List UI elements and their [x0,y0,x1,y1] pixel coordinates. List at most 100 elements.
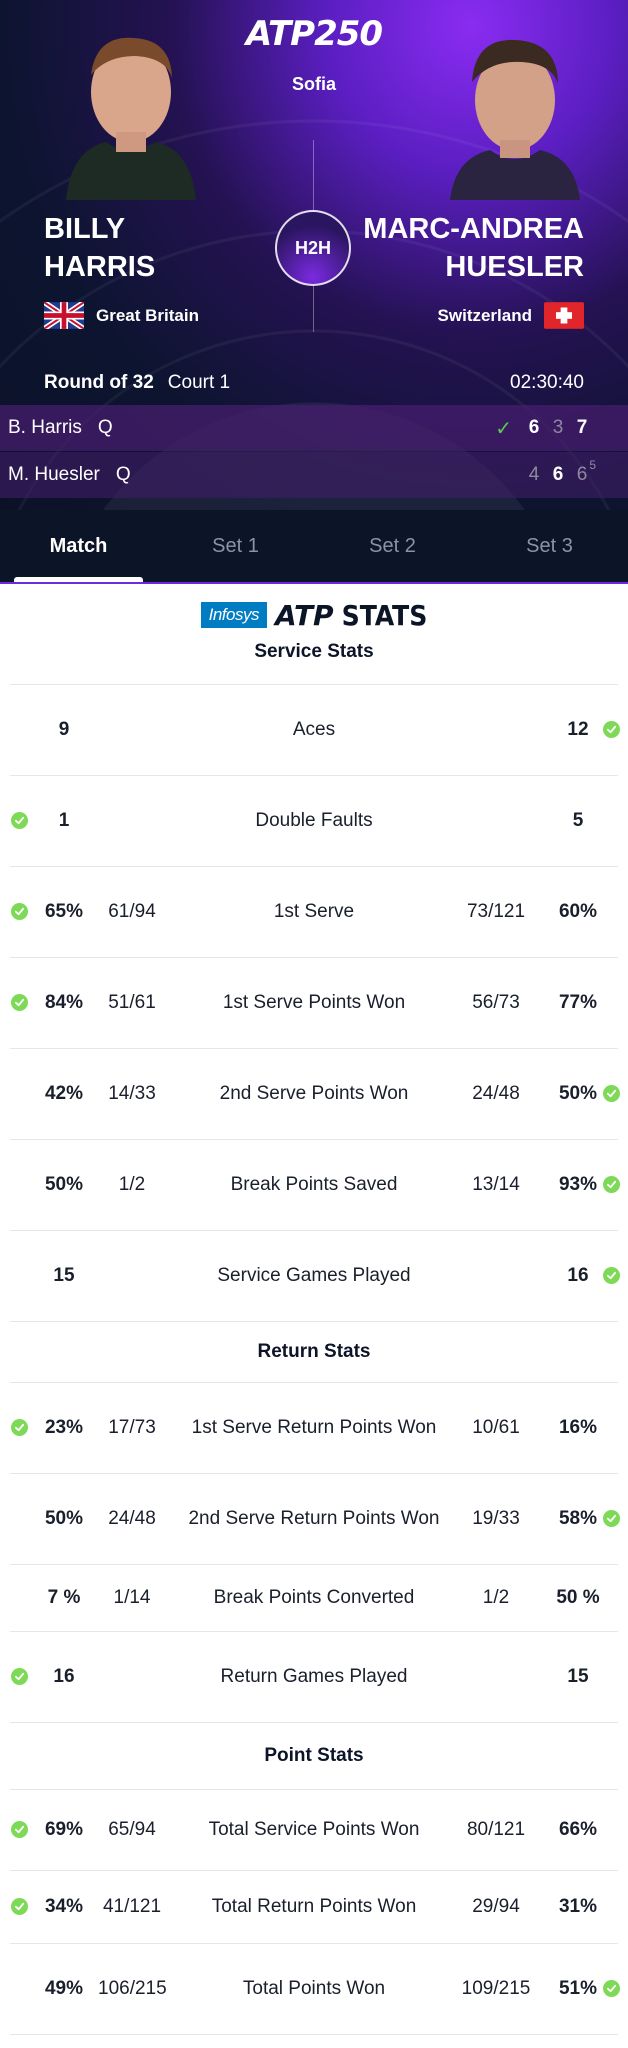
stat-row: 50% 24/48 2nd Serve Return Points Won 19/33… [0,1474,628,1564]
stat-row: 9 Aces 12 [0,685,628,775]
stat-row: 42% 14/33 2nd Serve Points Won 24/48 50% [0,1049,628,1139]
stat-right-fraction: 109/215 [461,1978,531,1999]
score-player2-name: M. Huesler [8,464,100,485]
winner-check-icon [11,903,28,920]
stat-left-percent: 15 [53,1265,75,1286]
stat-right-percent: 77% [558,992,598,1013]
right-winner-marker [603,1508,620,1530]
player-left-photo [66,37,196,200]
set-score-with-tiebreak: 65 [570,458,596,486]
stat-row: 49% 106/215 Total Points Won 109/215 51% [0,1944,628,2034]
left-winner-marker [11,810,28,832]
stat-left-fraction: 1/14 [113,1587,151,1608]
winner-check-icon [603,1980,620,1997]
stat-left-percent: 42% [44,1083,84,1104]
winner-check-icon [603,1510,620,1527]
stat-left-fraction: 106/215 [98,1978,167,1999]
stat-row: 65% 61/94 1st Serve 73/121 60% [0,867,628,957]
stat-right-fraction: 29/94 [472,1896,520,1917]
player-right-country: Switzerland [438,302,584,329]
stat-label: Return Games Played [220,1666,408,1687]
right-winner-marker [603,1978,620,2000]
player-right-first-name: MARC-ANDREA [363,213,584,245]
stat-label: 2nd Serve Return Points Won [188,1508,440,1529]
stat-left-fraction: 14/33 [108,1083,156,1104]
set-score: 6 [552,464,564,485]
stats-tabs: Match Set 1 Set 2 Set 3 [0,510,628,584]
tab-match[interactable]: Match [0,510,157,582]
winner-check-icon [11,1419,28,1436]
set-score: 3 [552,417,564,438]
stat-right-fraction: 13/14 [472,1174,520,1195]
stat-label: 1st Serve Points Won [222,992,406,1013]
divider [10,2034,618,2035]
score-player1-seed: Q [97,417,113,438]
left-winner-marker [11,901,28,923]
tab-set-2[interactable]: Set 2 [314,510,471,582]
stat-label: Total Service Points Won [208,1819,420,1840]
set-score: 6 [576,464,588,485]
left-winner-marker [11,1666,28,1688]
stat-left-percent: 23% [44,1417,84,1438]
stat-label: Double Faults [255,810,373,831]
score-player1-sets: ✓ 6 3 7 [495,416,620,441]
stat-left-fraction: 1/2 [118,1174,146,1195]
stat-right-percent: 50 % [556,1587,600,1608]
stat-left-percent: 7 % [47,1587,81,1608]
stats-wordmark: STATS [341,598,428,632]
tab-set-3[interactable]: Set 3 [471,510,628,582]
stat-right-fraction: 1/2 [482,1587,510,1608]
stat-left-percent: 16 [53,1666,75,1687]
stat-left-fraction: 51/61 [108,992,156,1013]
scoreboard-row-player2: M. Huesler Q 4 6 65 [0,452,628,498]
winner-check-icon [11,812,28,829]
player-right-country-name: Switzerland [437,305,532,325]
h2h-button[interactable]: H2H [275,210,351,286]
stat-row: 7 % 1/14 Break Points Converted 1/2 50 % [0,1565,628,1631]
stat-label: Break Points Saved [230,1174,398,1195]
winner-check-icon [11,1668,28,1685]
stat-label: Total Points Won [242,1978,386,1999]
set-score: 7 [576,417,588,438]
stat-right-percent: 31% [558,1896,598,1917]
stat-left-percent: 49% [44,1978,84,1999]
winner-check-icon [11,1898,28,1915]
atp-logo: ATP [274,598,334,632]
stat-row: 50% 1/2 Break Points Saved 13/14 93% [0,1140,628,1230]
player-right-last-name: HUESLER [445,251,584,283]
player-left-last-name: HARRIS [44,251,156,283]
set-score: 4 [528,464,540,485]
player-right-name: MARC-ANDREA HUESLER [363,210,584,286]
round-label: Round of 32 [44,372,154,393]
tiebreak-score: 5 [589,458,596,472]
stat-right-fraction: 10/61 [472,1417,520,1438]
player-left-name: BILLY HARRIS [44,210,155,286]
section-title-point: Point Stats [264,1745,364,1766]
stat-left-percent: 50% [44,1508,84,1529]
stat-row: 84% 51/61 1st Serve Points Won 56/73 77% [0,958,628,1048]
tab-set-1[interactable]: Set 1 [157,510,314,582]
stat-label: 1st Serve Return Points Won [191,1417,437,1438]
stat-label: 1st Serve [273,901,355,922]
stat-label: Break Points Converted [213,1587,415,1608]
service-stats-list: 9 Aces 12 1 Double Faults 5 65% 61/94 1st Serve 7… [0,685,628,1322]
set-score: 6 [528,417,540,438]
player-left-first-name: BILLY [44,213,126,245]
stat-row: 23% 17/73 1st Serve Return Points Won 10/61… [0,1383,628,1473]
section-title-return: Return Stats [257,1341,371,1362]
right-winner-marker [603,1083,620,1105]
winner-check-icon [11,1821,28,1838]
stat-right-fraction: 19/33 [472,1508,520,1529]
stat-left-fraction: 41/121 [102,1896,162,1917]
stat-row: 15 Service Games Played 16 [0,1231,628,1321]
infosys-logo: Infosys [200,602,267,628]
stat-right-percent: 16% [558,1417,598,1438]
winner-check-icon [603,1176,620,1193]
left-winner-marker [11,1417,28,1439]
stat-left-fraction: 65/94 [108,1819,156,1840]
stat-right-fraction: 24/48 [472,1083,520,1104]
stat-label: Aces [292,719,336,740]
stat-right-fraction: 73/121 [466,901,526,922]
stat-label: 2nd Serve Points Won [219,1083,409,1104]
player-left-country: Great Britain [44,302,199,329]
